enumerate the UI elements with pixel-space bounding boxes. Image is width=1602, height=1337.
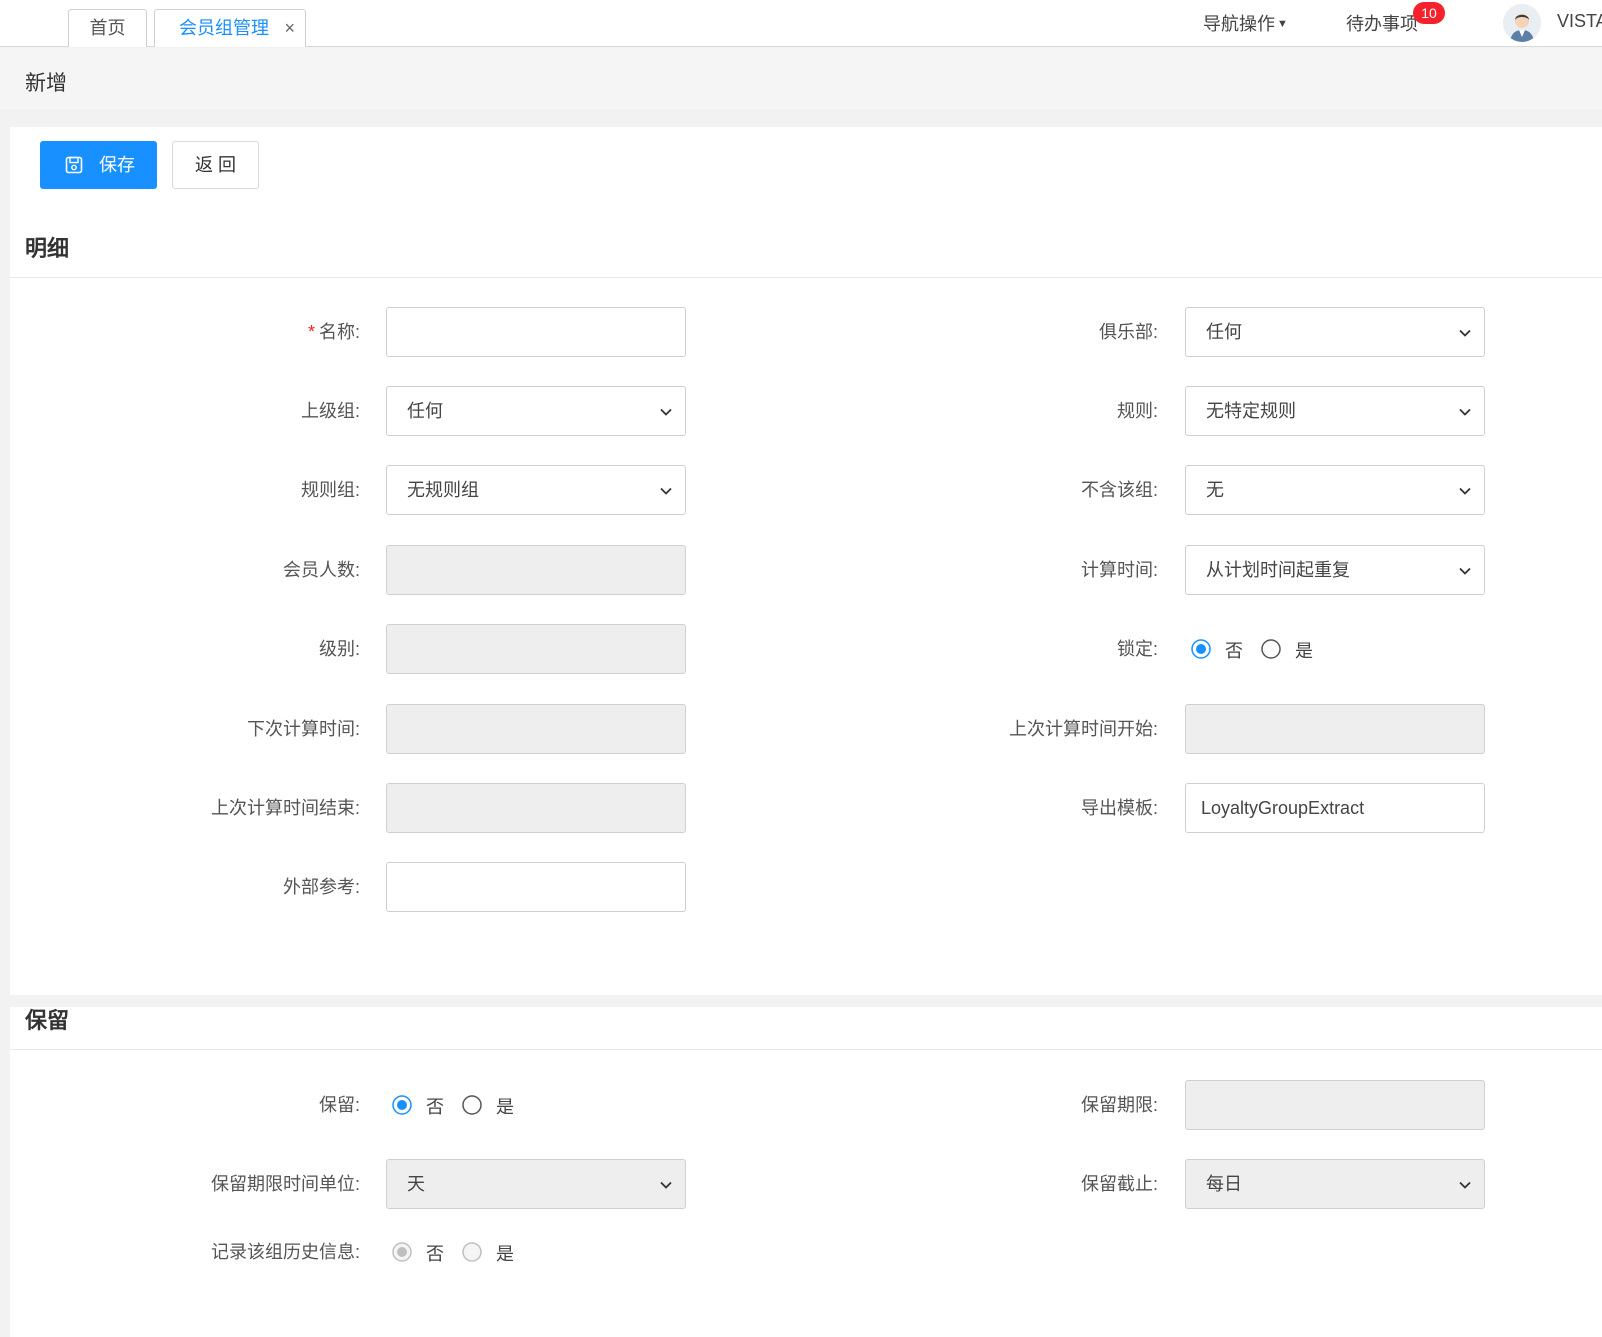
detail-panel: 保存 返 回 明细 * 名称: 俱乐部: 任何 上级组: 任何 规则: 无特定规则… [10, 127, 1602, 995]
rule-group-value: 无规则组 [407, 480, 479, 500]
page-title: 新增 [25, 72, 67, 95]
back-button[interactable]: 返 回 [172, 141, 259, 189]
name-label: * 名称: [307, 322, 360, 342]
retention-period-field [1185, 1080, 1485, 1130]
retention-period-label: 保留期限: [1080, 1095, 1158, 1115]
level-field [386, 624, 686, 674]
top-bar: 首页 会员组管理 × 导航操作 ▼ 待办事项 10 VISTA [0, 0, 1602, 47]
level-label: 级别: [318, 639, 360, 659]
last-calc-end-label: 上次计算时间结束: [210, 798, 360, 818]
page-header: 新增 [0, 48, 1602, 109]
parent-group-select[interactable]: 任何 [386, 386, 686, 436]
required-asterisk: * [307, 322, 315, 342]
member-count-label: 会员人数: [282, 560, 360, 580]
export-template-label: 导出模板: [1080, 798, 1158, 818]
rule-select[interactable]: 无特定规则 [1185, 386, 1485, 436]
section-title-retention: 保留 [25, 1008, 70, 1033]
club-select[interactable]: 任何 [1185, 307, 1485, 357]
chevron-down-icon [660, 408, 672, 416]
tab-label: 会员组管理 [179, 18, 269, 38]
close-icon[interactable]: × [284, 10, 295, 46]
user-avatar-icon [1503, 4, 1541, 42]
calc-time-select[interactable]: 从计划时间起重复 [1185, 545, 1485, 595]
exclude-group-select[interactable]: 无 [1185, 465, 1485, 515]
rule-group-label: 规则组: [300, 480, 360, 500]
next-calc-time-label: 下次计算时间: [246, 719, 360, 739]
calc-time-label: 计算时间: [1080, 560, 1158, 580]
tab-home[interactable]: 首页 [68, 9, 147, 47]
chevron-down-icon [660, 487, 672, 495]
todo-count-badge: 10 [1413, 2, 1445, 24]
retain-yes-radio[interactable] [462, 1095, 482, 1115]
lock-radio-group: 否 是 [1185, 624, 1385, 674]
save-button[interactable]: 保存 [40, 141, 157, 189]
last-calc-start-label: 上次计算时间开始: [1008, 719, 1158, 739]
rule-group-select[interactable]: 无规则组 [386, 465, 686, 515]
calc-time-value: 从计划时间起重复 [1206, 560, 1350, 580]
member-count-field [386, 545, 686, 595]
parent-group-value: 任何 [407, 401, 443, 421]
retain-no-radio[interactable] [392, 1095, 412, 1115]
lock-no-label: 否 [1225, 641, 1243, 661]
external-ref-input[interactable] [386, 862, 686, 912]
avatar[interactable] [1503, 4, 1541, 42]
lock-label: 锁定: [1116, 639, 1158, 659]
section-title-detail: 明细 [25, 236, 70, 261]
external-ref-label: 外部参考: [282, 877, 360, 897]
todo-link[interactable]: 待办事项 [1346, 10, 1418, 36]
chevron-down-icon [660, 1181, 672, 1189]
name-input[interactable] [386, 307, 686, 357]
history-yes-label: 是 [496, 1244, 514, 1264]
save-label: 保存 [99, 155, 135, 175]
lock-yes-label: 是 [1295, 641, 1313, 661]
club-select-value: 任何 [1206, 322, 1242, 342]
chevron-down-icon [1459, 487, 1471, 495]
export-template-input[interactable]: LoyaltyGroupExtract [1185, 783, 1485, 833]
exclude-group-value: 无 [1206, 480, 1224, 500]
history-label: 记录该组历史信息: [210, 1242, 360, 1262]
nav-ops-label: 导航操作 [1203, 14, 1275, 34]
lock-no-radio[interactable] [1191, 639, 1211, 659]
last-calc-start-field [1185, 704, 1485, 754]
retention-unit-value: 天 [407, 1174, 425, 1194]
retention-cutoff-value: 每日 [1206, 1174, 1242, 1194]
divider [10, 277, 1602, 278]
next-calc-time-field [386, 704, 686, 754]
retention-cutoff-select: 每日 [1185, 1159, 1485, 1209]
nav-ops-menu[interactable]: 导航操作 ▼ [1203, 10, 1288, 36]
caret-down-icon: ▼ [1277, 18, 1288, 30]
last-calc-end-field [386, 783, 686, 833]
parent-group-label: 上级组: [300, 401, 360, 421]
username[interactable]: VISTA [1557, 11, 1602, 32]
retain-radio-group: 否 是 [386, 1080, 586, 1130]
retention-unit-select: 天 [386, 1159, 686, 1209]
history-no-label: 否 [426, 1244, 444, 1264]
history-yes-radio [462, 1242, 482, 1262]
chevron-down-icon [1459, 408, 1471, 416]
chevron-down-icon [1459, 567, 1471, 575]
retain-yes-label: 是 [496, 1097, 514, 1117]
history-radio-group: 否 是 [386, 1227, 586, 1277]
retention-panel: 保留 保留: 否 是 保留期限: 保留期限时间单位: 天 保留截止: 每日 记录… [10, 1007, 1602, 1337]
save-icon [65, 156, 83, 174]
chevron-down-icon [1459, 1181, 1471, 1189]
tab-member-group[interactable]: 会员组管理 × [154, 9, 306, 47]
retain-no-label: 否 [426, 1097, 444, 1117]
history-no-radio [392, 1242, 412, 1262]
chevron-down-icon [1459, 329, 1471, 337]
retain-label: 保留: [318, 1095, 360, 1115]
lock-yes-radio[interactable] [1261, 639, 1281, 659]
exclude-group-label: 不含该组: [1080, 480, 1158, 500]
retention-cutoff-label: 保留截止: [1080, 1174, 1158, 1194]
club-label: 俱乐部: [1098, 322, 1158, 342]
divider [10, 1049, 1602, 1050]
rule-select-value: 无特定规则 [1206, 401, 1296, 421]
rule-label: 规则: [1116, 401, 1158, 421]
retention-unit-label: 保留期限时间单位: [210, 1174, 360, 1194]
